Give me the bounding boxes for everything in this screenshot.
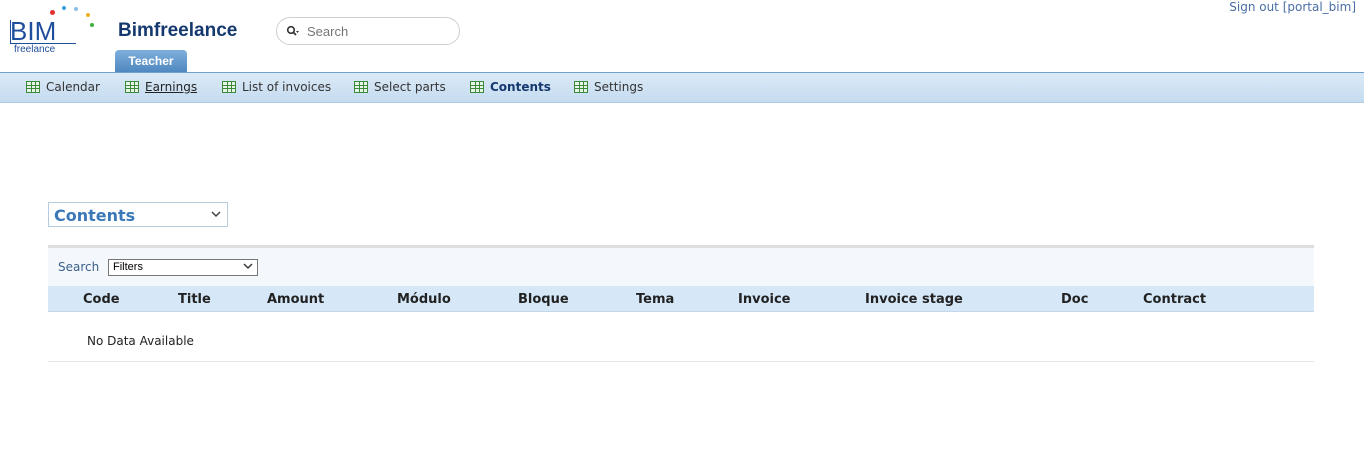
grid-icon xyxy=(470,81,484,93)
logo-dot-lightblue xyxy=(74,7,78,11)
nav-item-label: Earnings xyxy=(145,80,198,94)
logo-text: BIM xyxy=(10,16,57,46)
nav-item-calendar[interactable]: Calendar xyxy=(26,80,100,94)
column-header-invoice[interactable]: Invoice xyxy=(738,292,790,307)
nav-item-label: Select parts xyxy=(374,80,446,94)
column-header-bloque[interactable]: Bloque xyxy=(518,292,569,307)
nav-item-label: Contents xyxy=(490,80,551,94)
chevron-down-icon xyxy=(211,208,221,221)
grid-icon xyxy=(354,81,368,93)
grid-icon xyxy=(574,81,588,93)
nav-item-label: Calendar xyxy=(46,80,100,94)
nav-item-list-of-invoices[interactable]: List of invoices xyxy=(222,80,331,94)
grid-icon xyxy=(26,81,40,93)
column-header-invoice-stage[interactable]: Invoice stage xyxy=(865,292,963,307)
bimfreelance-logo[interactable]: BIM freelance xyxy=(10,6,100,58)
logo-dot-orange xyxy=(86,13,90,17)
logo-dot-blue xyxy=(62,6,66,10)
magnifier-icon[interactable] xyxy=(286,25,300,40)
nav-item-contents[interactable]: Contents xyxy=(470,80,551,94)
grid-icon xyxy=(222,81,236,93)
header: BIM freelance Bimfreelance Sign out [por… xyxy=(0,0,1364,72)
empty-table-message: No Data Available xyxy=(87,334,194,348)
column-header-code[interactable]: Code xyxy=(83,292,120,307)
column-header-modulo[interactable]: Módulo xyxy=(397,292,451,307)
column-header-contract[interactable]: Contract xyxy=(1143,292,1206,307)
search-label: Search xyxy=(58,260,100,274)
column-header-amount[interactable]: Amount xyxy=(267,292,324,307)
search-box[interactable] xyxy=(276,17,460,45)
grid-icon xyxy=(125,81,139,93)
main-nav: Calendar Earnings List of invoices Selec… xyxy=(0,72,1364,103)
filters-select[interactable]: Filters xyxy=(108,259,258,276)
nav-item-label: Settings xyxy=(594,80,644,94)
nav-item-earnings[interactable]: Earnings xyxy=(125,80,197,94)
nav-item-select-parts[interactable]: Select parts xyxy=(354,80,446,94)
column-header-tema[interactable]: Tema xyxy=(636,292,674,307)
column-header-doc[interactable]: Doc xyxy=(1061,292,1088,307)
filters-select-value: Filters xyxy=(113,261,143,273)
nav-item-label: List of invoices xyxy=(242,80,332,94)
tab-teacher[interactable]: Teacher xyxy=(115,50,187,72)
contents-selector[interactable]: Contents xyxy=(48,202,228,227)
contents-selector-label: Contents xyxy=(54,206,136,225)
contents-table-panel: Search Filters Code Title Amount Módulo … xyxy=(48,245,1314,362)
filter-row: Search Filters xyxy=(48,248,1314,286)
logo-subtext: freelance xyxy=(14,44,56,55)
nav-item-settings[interactable]: Settings xyxy=(574,80,643,94)
logo-dot-green xyxy=(90,23,94,27)
column-header-title[interactable]: Title xyxy=(178,292,211,307)
sign-out-link[interactable]: Sign out [portal_bim] xyxy=(1229,0,1356,14)
search-input[interactable] xyxy=(307,23,447,40)
table-header: Code Title Amount Módulo Bloque Tema Inv… xyxy=(48,286,1314,312)
chevron-down-icon xyxy=(243,260,253,275)
app-title: Bimfreelance xyxy=(118,20,238,41)
logo-dot-red xyxy=(50,10,55,15)
